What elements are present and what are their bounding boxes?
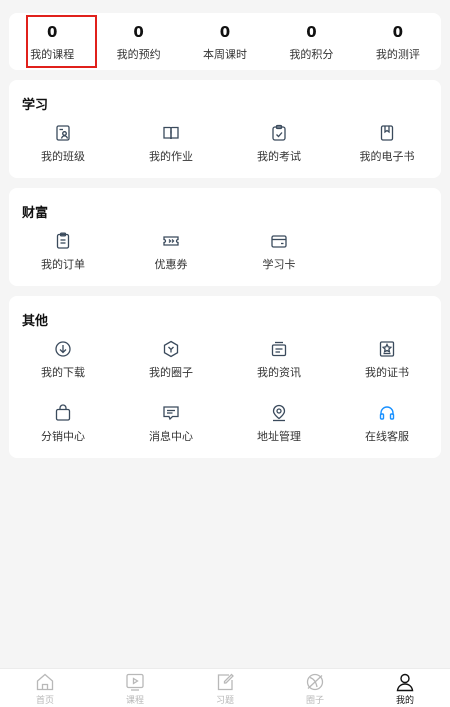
- menu-item-my-downloads[interactable]: 我的下载: [9, 340, 117, 380]
- menu-item-my-orders[interactable]: 我的订单: [9, 232, 117, 272]
- profile-icon: [396, 673, 414, 692]
- menu-item-my-homework[interactable]: 我的作业: [117, 124, 225, 164]
- distribution-icon: [55, 404, 71, 421]
- location-icon: [272, 404, 286, 422]
- menu-item-my-circle[interactable]: 我的圈子: [117, 340, 225, 380]
- news-icon: [271, 341, 287, 357]
- certificate-icon: [379, 341, 395, 357]
- circle-icon: [163, 340, 179, 358]
- stat-label: 我的预约: [116, 48, 161, 61]
- menu-item-label: 我的电子书: [359, 150, 415, 163]
- section-title: 学习: [22, 98, 49, 113]
- menu-item-study-card[interactable]: 学习卡: [225, 232, 333, 272]
- stat-label: 我的课程: [30, 48, 75, 61]
- stat-label: 本周课时: [203, 48, 248, 61]
- menu-item-my-certificates[interactable]: 我的证书: [333, 340, 441, 380]
- message-icon: [163, 406, 179, 421]
- menu-item-label: 在线客服: [365, 430, 409, 443]
- menu-item-label: 我的考试: [257, 150, 301, 163]
- menu-item-online-service[interactable]: 在线客服: [333, 404, 441, 444]
- menu-item-distribution-center[interactable]: 分销中心: [9, 404, 117, 444]
- menu-item-label: 我的资讯: [257, 366, 301, 379]
- nav-item-exercises[interactable]: 习题: [180, 669, 270, 707]
- headset-icon: [379, 406, 395, 420]
- stat-value: 0: [306, 23, 317, 41]
- stat-my-courses[interactable]: 0 我的课程: [9, 13, 95, 70]
- stat-value: 0: [46, 23, 58, 41]
- download-icon: [55, 341, 71, 357]
- course-icon: [126, 673, 144, 691]
- coupon-icon: [163, 236, 179, 246]
- nav-item-home[interactable]: 首页: [0, 669, 90, 707]
- circle-nav-icon: [306, 673, 324, 691]
- homework-icon: [163, 126, 179, 140]
- wealth-section: 财富 我的订单 优惠券 学习卡: [9, 188, 441, 286]
- menu-item-label: 我的作业: [149, 150, 193, 163]
- menu-item-label: 分销中心: [41, 430, 85, 443]
- section-title: 其他: [22, 314, 49, 329]
- stat-value: 0: [219, 23, 231, 41]
- menu-item-label: 消息中心: [149, 430, 193, 443]
- menu-item-label: 我的班级: [41, 150, 85, 163]
- nav-item-courses[interactable]: 课程: [90, 669, 180, 707]
- other-section: 其他 我的下载 我的圈子 我的资讯 我的证书 分销中心 消息中心 地址管理 在线…: [9, 296, 441, 458]
- stat-my-appointments[interactable]: 0 我的预约: [95, 13, 181, 70]
- menu-item-label: 我的证书: [365, 366, 409, 379]
- stat-value: 0: [392, 23, 404, 41]
- nav-label: 我的: [395, 696, 414, 706]
- menu-item-my-ebook[interactable]: 我的电子书: [333, 124, 441, 164]
- stats-card: 0 我的课程 0 我的预约 0 本周课时 0 我的积分 0 我的测评: [9, 13, 441, 70]
- study-section: 学习 我的班级 我的作业 我的考试 我的电子书: [9, 80, 441, 178]
- bottom-nav: 首页 课程 习题 圈子 我的: [0, 668, 450, 707]
- section-title: 财富: [22, 206, 49, 221]
- menu-item-label: 学习卡: [262, 258, 296, 271]
- menu-item-my-class[interactable]: 我的班级: [9, 124, 117, 164]
- menu-item-label: 我的下载: [41, 366, 85, 379]
- menu-item-coupons[interactable]: 优惠券: [117, 232, 225, 272]
- stat-weekly-hours[interactable]: 0 本周课时: [182, 13, 268, 70]
- menu-item-label: 地址管理: [257, 430, 301, 443]
- stat-my-points[interactable]: 0 我的积分: [268, 13, 354, 70]
- nav-label: 课程: [125, 696, 144, 706]
- stat-my-assessments[interactable]: 0 我的测评: [355, 13, 441, 70]
- menu-item-label: 我的圈子: [149, 366, 193, 379]
- menu-item-message-center[interactable]: 消息中心: [117, 404, 225, 444]
- stat-value: 0: [133, 23, 144, 41]
- menu-item-my-news[interactable]: 我的资讯: [225, 340, 333, 380]
- menu-item-label: 优惠券: [154, 258, 188, 271]
- nav-label: 习题: [215, 696, 234, 706]
- class-icon: [56, 125, 70, 141]
- nav-label: 圈子: [305, 696, 324, 706]
- study-card-icon: [271, 235, 287, 248]
- order-icon: [56, 232, 70, 249]
- nav-item-mine[interactable]: 我的: [360, 669, 450, 707]
- menu-item-my-exam[interactable]: 我的考试: [225, 124, 333, 164]
- menu-item-address-management[interactable]: 地址管理: [225, 404, 333, 444]
- ebook-icon: [380, 125, 394, 141]
- exam-icon: [272, 124, 286, 141]
- menu-item-label: 我的订单: [41, 258, 85, 271]
- home-icon: [36, 673, 54, 691]
- stat-label: 我的测评: [375, 48, 420, 61]
- exercise-icon: [217, 673, 234, 691]
- nav-item-circle[interactable]: 圈子: [270, 669, 360, 707]
- stat-label: 我的积分: [289, 48, 334, 61]
- nav-label: 首页: [35, 696, 54, 706]
